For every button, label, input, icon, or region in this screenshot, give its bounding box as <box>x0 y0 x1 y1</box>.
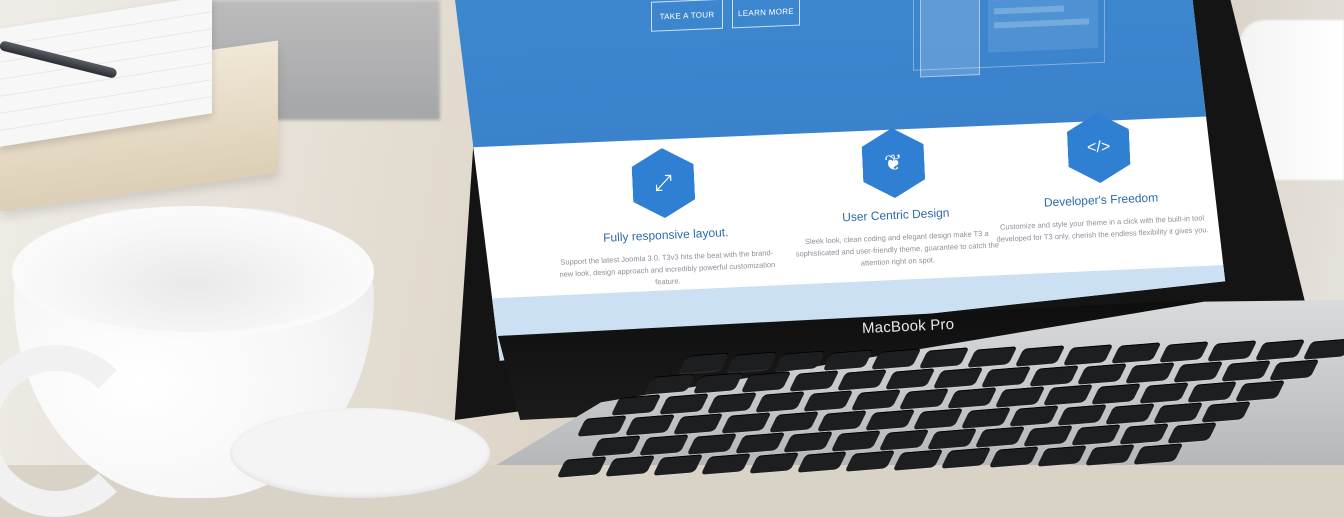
keyboard-key <box>1028 364 1080 387</box>
keyboard-key <box>1062 343 1114 366</box>
keyboard-key <box>1158 341 1210 364</box>
keyboard-key <box>940 447 992 470</box>
keyboard-key <box>576 415 628 438</box>
keyboard-key <box>678 352 730 375</box>
keyboard-key <box>1036 445 1088 467</box>
keyboard-key <box>1014 344 1066 367</box>
feature-responsive: ⤢ Fully responsive layout. Support the l… <box>552 143 778 293</box>
keyboard-key <box>1166 422 1218 444</box>
keyboard-key <box>966 345 1018 368</box>
saucer <box>230 408 490 498</box>
keyboard-key <box>672 413 724 435</box>
keyboard-key <box>960 406 1012 429</box>
keyboard-key <box>692 372 744 394</box>
keyboard-key <box>1076 363 1128 386</box>
keyboard-key <box>898 387 950 410</box>
keyboard-key <box>1220 360 1272 382</box>
keyboard-key <box>816 410 868 432</box>
keyboard-key <box>1104 403 1156 425</box>
keyboard-key <box>850 389 902 411</box>
feature-title: Fully responsive layout. <box>602 225 729 245</box>
keyboard-key <box>918 347 970 369</box>
keyboard-key <box>946 386 998 409</box>
keyboard-key <box>1234 380 1286 402</box>
keyboard-key <box>994 385 1046 408</box>
feature-description: Sleek look, clean coding and elegant des… <box>795 228 1000 268</box>
keyboard-key <box>1152 402 1204 424</box>
keyboard-key <box>700 453 752 475</box>
keyboard-key <box>754 391 806 413</box>
keyboard-key <box>1008 405 1060 428</box>
keyboard-key <box>932 366 984 389</box>
keyboard-key <box>802 390 854 412</box>
keyboard-key <box>830 429 882 452</box>
keyboard-key <box>610 394 662 417</box>
feature-description: Customize and style your theme in a clic… <box>996 213 1209 244</box>
keyboard-key <box>1110 342 1162 365</box>
keyboard-key <box>726 351 778 373</box>
keyboard-key <box>734 432 786 454</box>
keyboard-key <box>1206 340 1258 362</box>
take-a-tour-button[interactable]: TAKE A TOUR <box>651 0 723 32</box>
keyboard-key <box>624 414 676 436</box>
keyboard-key <box>774 350 826 372</box>
keyboard-key <box>686 433 738 455</box>
expand-arrows-icon: ⤢ <box>631 147 696 220</box>
keyboard-key <box>870 348 922 370</box>
keyboard-key <box>556 456 608 478</box>
keyboard-key <box>822 349 874 371</box>
keyboard-key <box>652 454 704 476</box>
keyboard-key <box>796 450 848 473</box>
device-mockup <box>913 0 1105 78</box>
keyboard <box>556 330 1344 480</box>
keyboard-key <box>1186 381 1238 403</box>
keyboard-key <box>1070 424 1122 446</box>
keyboard-key <box>912 407 964 430</box>
keyboard-key <box>782 431 834 453</box>
keyboard-key <box>844 449 896 472</box>
keyboard-key <box>1118 423 1170 445</box>
keyboard-key <box>980 365 1032 388</box>
keyboard-key <box>658 393 710 415</box>
keyboard-key <box>638 434 690 456</box>
keyboard-key <box>1268 359 1320 381</box>
keyboard-key <box>706 392 758 414</box>
keyboard-key <box>740 371 792 393</box>
keyboard-key <box>788 370 840 392</box>
keyboard-key <box>1132 443 1184 465</box>
keyboard-key <box>1022 425 1074 448</box>
feature-developer-freedom: </> Developer's Freedom Customize and st… <box>987 108 1213 246</box>
keyboard-key <box>974 426 1026 449</box>
keyboard-key <box>1138 382 1190 404</box>
keyboard-key <box>926 427 978 450</box>
keyboard-key <box>864 408 916 431</box>
mockup-phone <box>920 0 980 78</box>
feature-user-centric: ❦ User Centric Design Sleek look, clean … <box>782 123 1008 273</box>
keyboard-key <box>590 435 642 457</box>
leaf-icon: ❦ <box>861 127 926 200</box>
keyboard-key <box>1084 444 1136 466</box>
feature-title: Developer's Freedom <box>1043 190 1159 210</box>
code-icon: </> <box>1066 112 1131 185</box>
keyboard-key <box>884 368 936 390</box>
keyboard-key <box>878 428 930 451</box>
keyboard-key <box>1302 338 1344 360</box>
keyboard-key <box>1042 384 1094 407</box>
feature-title: User Centric Design <box>841 205 950 225</box>
keyboard-key <box>768 411 820 433</box>
keyboard-key <box>1200 401 1252 423</box>
keyboard-key <box>1090 383 1142 406</box>
keyboard-key <box>1056 404 1108 427</box>
keyboard-key <box>720 412 772 434</box>
learn-more-button[interactable]: LEARN MORE <box>732 0 800 29</box>
keyboard-key <box>748 452 800 474</box>
keyboard-key <box>1124 362 1176 385</box>
keyboard-key <box>892 448 944 471</box>
keyboard-key <box>1254 339 1306 361</box>
coffee-cup-rim <box>18 212 368 332</box>
keyboard-key <box>1172 361 1224 383</box>
keyboard-key <box>644 373 696 396</box>
keyboard-key <box>604 455 656 477</box>
keyboard-key <box>836 369 888 391</box>
